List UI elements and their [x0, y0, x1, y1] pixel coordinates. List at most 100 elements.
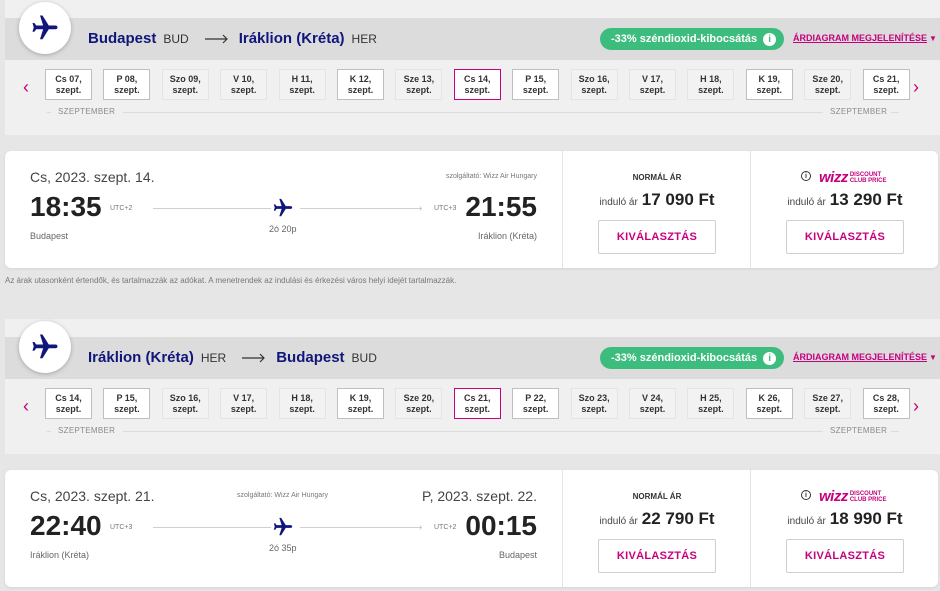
info-icon[interactable]: i	[801, 490, 811, 500]
date-option[interactable]: H 25, szept.	[687, 388, 735, 419]
arrival-time: 21:55	[465, 191, 537, 222]
date-option[interactable]: P 15, szept.	[512, 69, 560, 100]
club-fare-column: i wizz DISCOUNT CLUB PRICE induló ár 13 29…	[750, 151, 938, 268]
date-day: H 18,	[291, 393, 313, 403]
date-day: Szo 16,	[169, 393, 201, 403]
departure-date: Cs, 2023. szept. 14.	[30, 169, 155, 185]
date-day: Cs 07,	[55, 74, 82, 84]
date-option[interactable]: K 19, szept.	[745, 69, 793, 100]
date-month: szept.	[522, 85, 549, 95]
outbound-route: Budapest BUD Iráklion (Kréta) HER	[88, 30, 377, 47]
month-divider	[891, 112, 899, 113]
price-prefix: induló ár	[599, 197, 638, 208]
price-disclaimer: Az árak utasonként értendők, és tartalma…	[5, 276, 457, 285]
origin-code: HER	[200, 350, 227, 365]
date-day: V 17,	[233, 393, 255, 403]
date-option[interactable]: Szo 16, szept.	[161, 388, 209, 419]
date-month: szept.	[289, 85, 315, 95]
price-prefix: induló ár	[599, 516, 638, 527]
date-month: szept.	[639, 404, 666, 414]
date-option[interactable]: P 08, szept.	[103, 69, 151, 100]
arrival-time: 00:15	[465, 510, 537, 541]
date-option[interactable]: Cs 07, szept.	[45, 69, 92, 100]
date-month: szept.	[289, 404, 315, 414]
date-option[interactable]: Cs 21, szept.	[862, 69, 910, 100]
arrival-date: P, 2023. szept. 22.	[422, 488, 537, 504]
price-diagram-link[interactable]: ÁRDIAGRAM MEGJELENÍTÉSE ▼	[793, 352, 937, 362]
outbound-route-bar: Budapest BUD Iráklion (Kréta) HER -33% s…	[5, 18, 940, 60]
select-club-fare-button[interactable]: KIVÁLASZTÁS	[786, 220, 904, 254]
date-day: K 19,	[349, 393, 372, 403]
club-fare-column: i wizz DISCOUNT CLUB PRICE induló ár 18 99…	[750, 470, 938, 587]
date-option[interactable]: Sze 27, szept.	[804, 388, 852, 419]
chevron-left-icon[interactable]: ‹	[16, 395, 36, 417]
date-day: Cs 14,	[464, 74, 491, 84]
date-option[interactable]: K 19, szept.	[337, 388, 384, 419]
month-label-left: SZEPTEMBER	[58, 426, 116, 435]
date-option[interactable]: Sze 20, szept.	[395, 388, 443, 419]
flight-path-line	[153, 208, 271, 209]
select-club-fare-button[interactable]: KIVÁLASZTÁS	[786, 539, 904, 573]
departure-city: Budapest	[30, 231, 69, 241]
logo-line2: CLUB PRICE	[849, 496, 887, 503]
date-option[interactable]: V 17, szept.	[629, 69, 676, 100]
date-option[interactable]: V 10, szept.	[220, 69, 268, 100]
chevron-right-icon[interactable]: ›	[906, 395, 926, 417]
info-icon: i	[763, 351, 777, 365]
airplane-icon	[273, 198, 293, 217]
route-arrow-icon	[242, 353, 266, 362]
operator-label: szolgáltató: Wizz Air Hungary	[445, 173, 537, 180]
date-option[interactable]: P 15, szept.	[103, 388, 151, 419]
date-option[interactable]: Sze 13, szept.	[395, 69, 443, 100]
date-day: Sze 13,	[403, 74, 435, 84]
date-option[interactable]: V 24, szept.	[629, 388, 676, 419]
logo-wizz: wizz	[819, 169, 848, 186]
date-month: szept.	[464, 404, 491, 414]
date-month: szept.	[230, 404, 257, 414]
date-day: H 18,	[700, 74, 722, 84]
date-option[interactable]: Cs 14, szept.	[45, 388, 92, 419]
info-icon[interactable]: i	[801, 171, 811, 181]
chevron-right-icon[interactable]: ›	[906, 76, 926, 98]
price-amount: 18 990 Ft	[829, 509, 903, 528]
date-option[interactable]: Szo 09, szept.	[161, 69, 209, 100]
date-month: szept.	[873, 85, 899, 95]
date-option[interactable]: K 12, szept.	[337, 69, 384, 100]
caret-down-icon: ▼	[929, 353, 937, 362]
arrow-right-icon: ›	[419, 203, 423, 214]
month-divider	[123, 112, 823, 113]
select-normal-fare-button[interactable]: KIVÁLASZTÁS	[598, 539, 716, 573]
price-prefix: induló ár	[787, 197, 826, 208]
date-day: V 24,	[641, 393, 663, 403]
logo-text: DISCOUNT CLUB PRICE	[850, 491, 887, 503]
date-day: Szo 23,	[578, 393, 610, 403]
date-month: szept.	[172, 85, 199, 95]
co2-badge[interactable]: -33% széndioxid-kibocsátás i	[600, 28, 785, 50]
departure-date: Cs, 2023. szept. 21.	[30, 488, 155, 504]
chevron-left-icon[interactable]: ‹	[16, 76, 36, 98]
date-day: Cs 14,	[55, 393, 82, 403]
fare-price: induló ár 13 290 Ft	[751, 190, 939, 210]
arrival-city: Iráklion (Kréta)	[477, 231, 537, 241]
date-option[interactable]: K 26, szept.	[745, 388, 793, 419]
date-option[interactable]: V 17, szept.	[220, 388, 268, 419]
date-option[interactable]: Szo 23, szept.	[570, 388, 618, 419]
date-option[interactable]: Sze 20, szept.	[804, 69, 852, 100]
date-option[interactable]: P 22, szept.	[512, 388, 560, 419]
date-option[interactable]: Cs 14, szept.	[453, 69, 501, 100]
logo-line2: CLUB PRICE	[849, 177, 887, 184]
price-diagram-link[interactable]: ÁRDIAGRAM MEGJELENÍTÉSE ▼	[793, 33, 937, 43]
co2-badge[interactable]: -33% széndioxid-kibocsátás i	[600, 347, 785, 369]
date-day: Sze 20,	[403, 393, 435, 403]
arrow-right-icon: ›	[419, 522, 423, 533]
date-option[interactable]: Szo 16, szept.	[570, 69, 618, 100]
date-option[interactable]: Cs 21, szept.	[453, 388, 501, 419]
flight-path-line	[300, 527, 422, 528]
wizz-discount-club-logo: wizz DISCOUNT CLUB PRICE	[819, 169, 887, 186]
select-normal-fare-button[interactable]: KIVÁLASZTÁS	[598, 220, 716, 254]
fare-price: induló ár 18 990 Ft	[751, 509, 939, 529]
date-option[interactable]: Cs 28, szept.	[862, 388, 910, 419]
date-option[interactable]: H 11, szept.	[278, 69, 326, 100]
date-option[interactable]: H 18, szept.	[687, 69, 735, 100]
date-option[interactable]: H 18, szept.	[278, 388, 326, 419]
